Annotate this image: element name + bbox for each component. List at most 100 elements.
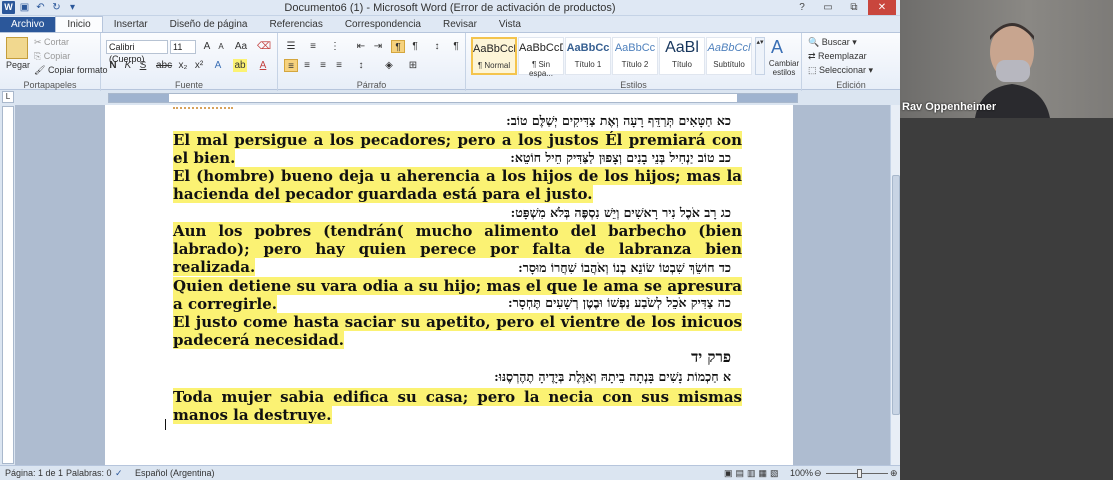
paragraph-group: ☰ ≡ ⋮ ⇤ ⇥ ¶ ¶ ↕ ¶ ≡ ≡ ≡ ≡ ↕ ◈ ⊞ Párrafo (278, 33, 466, 91)
format-painter-button[interactable]: 🖌 Copiar formato (34, 65, 107, 76)
participant-name: Rav Oppenheimer (902, 101, 997, 113)
align-right-icon[interactable]: ≡ (316, 59, 330, 72)
document-page[interactable]: כא חַטָּאִים תְּרַדֵּף רָעָה וְאֶת צַדִּ… (105, 105, 793, 465)
hebrew-verse: כב טוֹב יַנְחִיל בְּנֵי בָנִים וְצָפוּן … (510, 150, 731, 165)
font-color-icon[interactable]: A (256, 59, 270, 72)
zoom-level[interactable]: 100% (790, 468, 813, 478)
horizontal-ruler[interactable] (108, 93, 798, 103)
superscript-icon[interactable]: x² (192, 59, 206, 72)
paste-icon[interactable] (6, 37, 28, 59)
increase-indent-icon[interactable]: ⇥ (371, 40, 385, 53)
style-titulo[interactable]: AaBl Título (659, 37, 705, 75)
style-name: ¶ Sin espa... (528, 60, 553, 78)
ruler-bar: L (0, 91, 900, 105)
clipboard-group: Pegar ✂ Cortar ⎘ Copiar 🖌 Copiar formato… (0, 33, 107, 91)
font-size-combo[interactable]: 11 (170, 40, 196, 54)
shading-icon[interactable]: ◈ (382, 59, 396, 72)
help-button[interactable]: ? (790, 0, 814, 15)
justify-icon[interactable]: ≡ (332, 59, 346, 72)
language-indicator[interactable]: Español (Argentina) (135, 468, 215, 478)
line-spacing-icon[interactable]: ↕ (354, 59, 368, 72)
bullets-icon[interactable]: ☰ (284, 40, 298, 53)
scrollbar-thumb[interactable] (892, 175, 900, 415)
style-sample: AaBbCc (614, 42, 656, 54)
style-name: Título 2 (621, 60, 649, 69)
style-sample: AaBl (665, 39, 699, 56)
word-count[interactable]: Palabras: 0 (66, 468, 112, 478)
align-center-icon[interactable]: ≡ (300, 59, 314, 72)
view-buttons-icon[interactable]: ▣▤▥▦▧ (724, 468, 782, 479)
tab-selector-icon[interactable]: L (2, 91, 14, 103)
find-button[interactable]: 🔍 Buscar ▾ (808, 37, 857, 48)
style-name: Título 1 (574, 60, 602, 69)
title-bar: W ▣ ↶ ↻ ▾ Documento6 (1) - Microsoft Wor… (0, 0, 900, 16)
vertical-ruler[interactable] (2, 106, 14, 464)
clear-format-icon[interactable]: ⌫ (257, 40, 271, 53)
style-sin-espaciado[interactable]: AaBbCcDc ¶ Sin espa... (518, 37, 564, 78)
tab-revisar[interactable]: Revisar (432, 17, 488, 32)
multilevel-list-icon[interactable]: ⋮ (328, 40, 342, 53)
borders-icon[interactable]: ⊞ (406, 59, 420, 72)
cut-button[interactable]: ✂ Cortar (34, 37, 69, 48)
zoom-out-icon[interactable]: ⊖ (814, 468, 822, 479)
clipboard-group-label: Portapapeles (23, 80, 77, 90)
paste-button[interactable]: Pegar (6, 60, 30, 70)
rtl-direction-icon[interactable]: ¶ (391, 40, 405, 53)
strikethrough-icon[interactable]: abc (156, 59, 172, 72)
style-titulo-1[interactable]: AaBbCc Título 1 (565, 37, 611, 75)
vertical-scrollbar[interactable] (890, 105, 900, 465)
ltr-direction-icon[interactable]: ¶ (408, 40, 422, 53)
select-label: Seleccionar (819, 65, 867, 75)
tab-diseno-pagina[interactable]: Diseño de página (159, 17, 259, 32)
close-button[interactable]: ✕ (868, 0, 896, 15)
style-name: ¶ Normal (477, 61, 511, 70)
bold-icon[interactable]: N (106, 59, 120, 72)
change-styles-icon[interactable]: A (771, 37, 783, 58)
font-name-combo[interactable]: Calibri (Cuerpo) (106, 40, 168, 64)
find-label: Buscar (821, 37, 850, 47)
tab-insertar[interactable]: Insertar (103, 17, 159, 32)
style-titulo-2[interactable]: AaBbCc Título 2 (612, 37, 658, 75)
tab-inicio[interactable]: Inicio (55, 16, 103, 32)
tab-referencias[interactable]: Referencias (258, 17, 333, 32)
styles-group: AaBbCcDc ¶ Normal AaBbCcDc ¶ Sin espa... A… (466, 33, 802, 91)
tab-vista[interactable]: Vista (488, 17, 532, 32)
editing-group: 🔍 Buscar ▾ ⇄ Reemplazar ⬚ Seleccionar ▾ … (802, 33, 900, 91)
styles-group-label: Estilos (620, 80, 647, 90)
page-count[interactable]: Página: 1 de 1 (5, 468, 63, 478)
sort-icon[interactable]: ↕ (430, 40, 444, 53)
paragraph-group-label: Párrafo (356, 80, 387, 90)
styles-scroll-icon[interactable]: ▴▾ (755, 37, 765, 75)
highlighted-text: El justo come hasta saciar su apetito, p… (173, 313, 742, 349)
hebrew-verse: כד חוֹשֵׂךְ שִׁבְטוֹ שׂוֹנֵא בְנוֹ וְאֹה… (518, 260, 731, 275)
text-cursor (165, 419, 166, 430)
underline-icon[interactable]: S (136, 59, 150, 72)
align-left-icon[interactable]: ≡ (284, 59, 298, 72)
style-sample: AaBbCcDc (519, 42, 563, 54)
style-name: Subtítulo (713, 60, 745, 69)
tab-correspondencia[interactable]: Correspondencia (334, 17, 432, 32)
highlight-icon[interactable]: ab (233, 59, 247, 72)
decrease-indent-icon[interactable]: ⇤ (354, 40, 368, 53)
subscript-icon[interactable]: x₂ (176, 59, 190, 72)
numbering-icon[interactable]: ≡ (306, 40, 320, 53)
zoom-in-icon[interactable]: ⊕ (890, 468, 898, 479)
proofing-icon[interactable]: ✓ (115, 468, 123, 479)
restore-button[interactable]: ⧉ (842, 0, 866, 15)
copy-button[interactable]: ⎘ Copiar (34, 51, 70, 62)
change-case-icon[interactable]: Aa (234, 40, 248, 53)
minimize-button[interactable]: ▭ (816, 0, 840, 15)
shrink-font-icon[interactable]: A (214, 40, 228, 53)
zoom-slider-knob[interactable] (857, 469, 862, 478)
replace-button[interactable]: ⇄ Reemplazar (808, 51, 867, 62)
font-group: Calibri (Cuerpo) 11 A A Aa ⌫ N K S abc x… (101, 33, 278, 91)
italic-icon[interactable]: K (121, 59, 135, 72)
grow-font-icon[interactable]: A (200, 40, 214, 53)
change-styles-button[interactable]: Cambiar estilos (768, 59, 800, 77)
style-subtitulo[interactable]: AaBbCcl Subtítulo (706, 37, 752, 75)
tab-archivo[interactable]: Archivo (0, 17, 56, 32)
select-button[interactable]: ⬚ Seleccionar ▾ (808, 65, 873, 76)
text-effects-icon[interactable]: A (211, 59, 225, 72)
style-normal[interactable]: AaBbCcDc ¶ Normal (471, 37, 517, 75)
show-marks-icon[interactable]: ¶ (449, 40, 463, 53)
